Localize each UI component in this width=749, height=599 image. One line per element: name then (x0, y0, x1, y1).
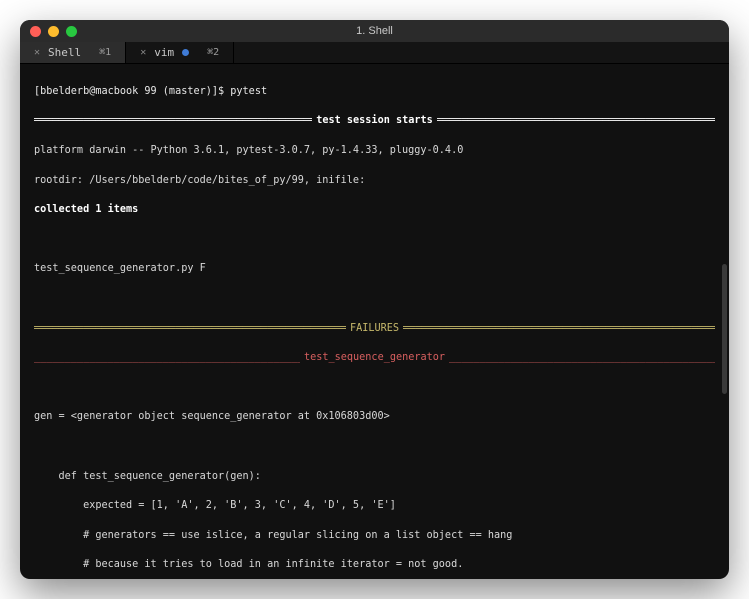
tab-shell[interactable]: ✕ Shell ⌘1 (20, 42, 126, 63)
rule-line: ________________________________________… (34, 351, 300, 366)
terminal-viewport[interactable]: [bbelderb@macbook 99 (master)]$ pytest ═… (20, 64, 729, 579)
tab-shortcut: ⌘2 (207, 47, 219, 58)
scrollbar-thumb[interactable] (722, 264, 727, 394)
close-tab-icon[interactable]: ✕ (34, 47, 40, 58)
tab-vim[interactable]: ✕ vim ⌘2 (126, 42, 234, 63)
rule-line: ════════════════════════════════════════… (34, 322, 346, 337)
tab-label: Shell (48, 46, 81, 59)
session-header-label: test session starts (312, 114, 437, 129)
titlebar[interactable]: 1. Shell (20, 20, 729, 42)
terminal-window: 1. Shell ✕ Shell ⌘1 ✕ vim ⌘2 [bbelderb@m… (20, 20, 729, 579)
close-tab-icon[interactable]: ✕ (140, 47, 146, 58)
platform-line: platform darwin -- Python 3.6.1, pytest-… (34, 144, 715, 159)
rule-line: ════════════════════════════════════════… (403, 322, 715, 337)
tab-label: vim (154, 46, 174, 59)
progress-line: test_sequence_generator.py F (34, 262, 715, 277)
rule-line: ════════════════════════════════════════… (34, 114, 312, 129)
rootdir-line: rootdir: /Users/bbelderb/code/bites_of_p… (34, 174, 715, 189)
modified-indicator-icon (182, 49, 189, 56)
trace-line: # because it tries to load in an infinit… (34, 558, 715, 573)
trace-line: gen = <generator object sequence_generat… (34, 410, 715, 425)
tab-bar: ✕ Shell ⌘1 ✕ vim ⌘2 (20, 42, 729, 64)
failure-name: test_sequence_generator (300, 351, 449, 366)
trace-line: def test_sequence_generator(gen): (34, 470, 715, 485)
trace-line: # generators == use islice, a regular sl… (34, 529, 715, 544)
collected-line: collected 1 items (34, 203, 715, 218)
window-title: 1. Shell (20, 25, 729, 37)
failures-label: FAILURES (346, 322, 403, 337)
rule-line: ________________________________________… (449, 351, 715, 366)
entered-command: pytest (230, 86, 267, 97)
prompt: [bbelderb@macbook 99 (master)]$ (34, 86, 230, 97)
rule-line: ════════════════════════════════════════… (437, 114, 715, 129)
tab-shortcut: ⌘1 (99, 47, 111, 58)
trace-line: expected = [1, 'A', 2, 'B', 3, 'C', 4, '… (34, 499, 715, 514)
